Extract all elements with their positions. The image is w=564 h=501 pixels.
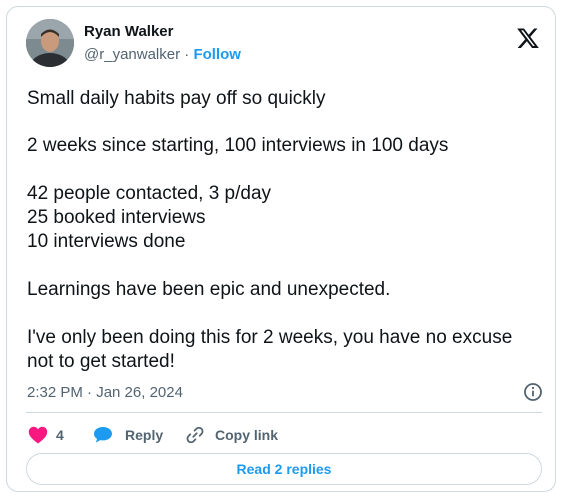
separator-dot: · [184,46,190,63]
heart-icon [28,426,48,444]
info-icon[interactable] [523,382,543,402]
tweet-line: 25 booked interviews [27,207,206,228]
author-subline: @r_yanwalker · Follow [84,46,241,63]
tweet-line: 10 interviews done [27,231,186,252]
x-logo-icon[interactable] [516,26,540,50]
copy-link-label: Copy link [215,427,279,443]
reply-label: Reply [125,427,164,443]
avatar-photo-icon [26,19,74,67]
tweet-timestamp[interactable]: 2:32 PM · Jan 26, 2024 [27,384,183,401]
read-replies-label: Read 2 replies [236,461,332,477]
divider [26,412,542,413]
like-count: 4 [56,427,64,443]
speech-bubble-icon [94,427,112,443]
tweet-line: Learnings have been epic and unexpected. [27,279,391,300]
tweet-card: Ryan Walker @r_yanwalker · Follow Small … [6,6,556,492]
tweet-line: not to get started! [27,351,175,372]
follow-button[interactable]: Follow [193,46,241,63]
reply-button[interactable]: Reply [93,425,163,445]
link-icon [186,426,204,444]
tweet-line: I've only been doing this for 2 weeks, y… [27,327,513,348]
author-handle[interactable]: @r_yanwalker [84,46,180,63]
copy-link-button[interactable]: Copy link [185,425,278,445]
tweet-line: 42 people contacted, 3 p/day [27,183,272,204]
avatar[interactable] [26,19,74,67]
author-name[interactable]: Ryan Walker [84,23,173,40]
tweet-line: 2 weeks since starting, 100 interviews i… [27,135,449,156]
read-replies-button[interactable]: Read 2 replies [26,453,542,485]
tweet-line: Small daily habits pay off so quickly [27,88,326,109]
like-button[interactable]: 4 [28,425,64,445]
